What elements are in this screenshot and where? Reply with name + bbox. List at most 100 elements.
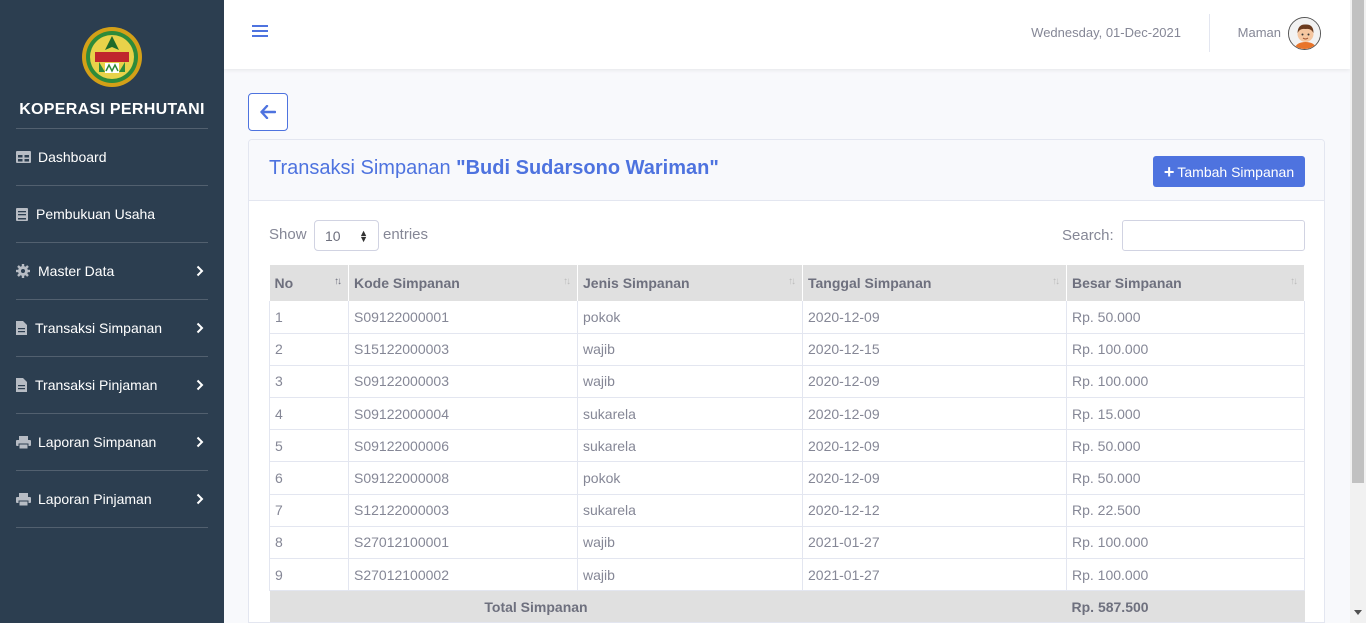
sidebar-item-label: Transaksi Simpanan (35, 320, 163, 336)
table-cell: S09122000008 (348, 461, 578, 495)
file-icon (16, 321, 35, 335)
table-cell: S12122000003 (348, 494, 578, 527)
sidebar-item-dashboard[interactable]: Dashboard (16, 143, 208, 171)
table-cell: 2021-01-27 (802, 526, 1067, 560)
table-cell: 2020-12-09 (802, 397, 1067, 431)
current-date: Wednesday, 01-Dec-2021 (1031, 25, 1181, 40)
total-spacer (802, 590, 1067, 622)
table-cell: S27012100001 (348, 526, 578, 560)
sidebar-divider (16, 356, 208, 357)
plus-icon: + (1163, 161, 1175, 182)
sidebar-item-master-data[interactable]: Master Data (16, 257, 208, 285)
table-row: 8 S27012100001 wajib 2021-01-27 Rp. 100.000 (269, 526, 1305, 560)
sort-icon: ↑↓ (563, 276, 571, 287)
scroll-down-arrow-icon[interactable] (1354, 610, 1362, 615)
column-header-kode[interactable]: Kode Simpanan ↑↓ (348, 265, 578, 301)
back-button[interactable] (248, 93, 288, 131)
total-value: Rp. 587.500 (1066, 590, 1305, 622)
file-icon (16, 378, 35, 392)
table-cell: pokok (577, 461, 803, 495)
table-cell: sukarela (577, 429, 803, 463)
table-row: 6 S09122000008 pokok 2020-12-09 Rp. 50.000 (269, 461, 1305, 495)
table-cell: Rp. 15.000 (1066, 397, 1305, 431)
table-cell: Rp. 100.000 (1066, 365, 1305, 399)
table-row: 5 S09122000006 sukarela 2020-12-09 Rp. 50.00… (269, 429, 1305, 463)
select-caret-icon: ▲ ▼ (359, 228, 368, 244)
table-cell: 5 (269, 429, 349, 463)
page-title-prefix: Transaksi Simpanan (269, 157, 457, 179)
column-header-besar[interactable]: Besar Simpanan ↑↓ (1066, 265, 1305, 301)
sidebar: KOPERASI PERHUTANI Dashboard Pembukuan U… (0, 0, 224, 623)
chevron-right-icon (196, 264, 204, 280)
table-cell: Rp. 22.500 (1066, 494, 1305, 527)
arrow-left-icon (260, 105, 276, 119)
table-cell: 2021-01-27 (802, 558, 1067, 592)
sidebar-item-label: Laporan Simpanan (38, 434, 157, 450)
table-cell: Rp. 50.000 (1066, 429, 1305, 463)
table-cell: 9 (269, 558, 349, 592)
sidebar-item-transaksi-simpanan[interactable]: Transaksi Simpanan (16, 314, 208, 342)
print-icon (16, 435, 38, 449)
table-cell: Rp. 100.000 (1066, 333, 1305, 366)
book-icon (16, 207, 36, 221)
user-avatar[interactable] (1288, 17, 1321, 50)
column-header-tanggal[interactable]: Tanggal Simpanan ↑↓ (802, 265, 1067, 301)
sidebar-divider (16, 185, 208, 186)
sidebar-item-label: Dashboard (38, 149, 107, 165)
sidebar-item-pembukuan-usaha[interactable]: Pembukuan Usaha (16, 200, 208, 228)
table-cell: S09122000006 (348, 429, 578, 463)
table-row: 2 S15122000003 wajib 2020-12-15 Rp. 100.000 (269, 333, 1305, 366)
table-cell: wajib (577, 365, 803, 399)
add-savings-button[interactable]: + Tambah Simpanan (1153, 156, 1305, 187)
sort-icon: ↑↓ (1052, 276, 1060, 287)
table-cell: S15122000003 (348, 333, 578, 366)
table-cell: Rp. 50.000 (1066, 301, 1305, 334)
table-cell: S09122000001 (348, 301, 578, 334)
sort-icon: ↑↓ (334, 276, 342, 287)
sort-icon: ↑↓ (1290, 276, 1298, 287)
user-name[interactable]: Maman (1238, 25, 1281, 40)
table-cell: 2020-12-09 (802, 365, 1067, 399)
table-cell: wajib (577, 558, 803, 592)
table-cell: 2020-12-09 (802, 461, 1067, 495)
table-cell: S27012100002 (348, 558, 578, 592)
search-label: Search: (1062, 227, 1114, 244)
sidebar-item-label: Master Data (38, 263, 115, 279)
table-cell: 4 (269, 397, 349, 431)
sidebar-item-transaksi-pinjaman[interactable]: Transaksi Pinjaman (16, 371, 208, 399)
table-cell: 2020-12-09 (802, 429, 1067, 463)
page-title: Transaksi Simpanan "Budi Sudarsono Warim… (269, 157, 719, 180)
card-header: Transaksi Simpanan "Budi Sudarsono Warim… (249, 140, 1324, 201)
table-cell: Rp. 100.000 (1066, 558, 1305, 592)
table-cell: wajib (577, 526, 803, 560)
table-cell: 2020-12-15 (802, 333, 1067, 366)
table-row: 1 S09122000001 pokok 2020-12-09 Rp. 50.000 (269, 301, 1305, 334)
sidebar-divider (16, 299, 208, 300)
table-cell: 8 (269, 526, 349, 560)
column-header-jenis[interactable]: Jenis Simpanan ↑↓ (577, 265, 803, 301)
hamburger-menu-icon[interactable] (252, 25, 268, 41)
column-header-no[interactable]: No ↑↓ (269, 265, 349, 301)
table-cell: S09122000004 (348, 397, 578, 431)
chevron-right-icon (196, 492, 204, 508)
add-savings-label: Tambah Simpanan (1177, 163, 1295, 180)
search-input[interactable] (1122, 220, 1305, 251)
table-cell: 2 (269, 333, 349, 366)
topbar-divider (1209, 14, 1210, 52)
table-cell: 7 (269, 494, 349, 527)
page-length-select[interactable]: 10 ▲ ▼ (314, 220, 379, 251)
sidebar-item-label: Transaksi Pinjaman (35, 377, 158, 393)
table-cell: sukarela (577, 494, 803, 527)
scrollbar-thumb[interactable] (1352, 0, 1364, 483)
sidebar-divider (16, 242, 208, 243)
table-cell: Rp. 50.000 (1066, 461, 1305, 495)
sidebar-item-laporan-simpanan[interactable]: Laporan Simpanan (16, 428, 208, 456)
chevron-right-icon (196, 435, 204, 451)
sort-icon: ↑↓ (788, 276, 796, 287)
table-row: 9 S27012100002 wajib 2021-01-27 Rp. 100.000 (269, 558, 1305, 592)
page-scrollbar[interactable] (1350, 0, 1366, 623)
show-label: Show (269, 226, 307, 243)
sidebar-item-laporan-pinjaman[interactable]: Laporan Pinjaman (16, 485, 208, 513)
table-cell: 6 (269, 461, 349, 495)
table-icon (16, 151, 38, 163)
